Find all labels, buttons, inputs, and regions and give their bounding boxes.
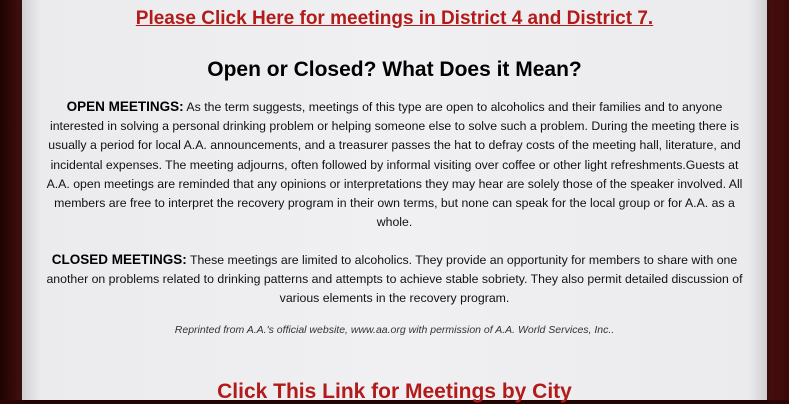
closed-meetings-paragraph: CLOSED MEETINGS: These meetings are limi… [44, 250, 745, 309]
meetings-by-city-link[interactable]: Click This Link for Meetings by City [44, 380, 745, 404]
district-meetings-link[interactable]: Please Click Here for meetings in Distri… [44, 8, 745, 30]
open-meetings-label: OPEN MEETINGS: [66, 99, 184, 114]
page-heading: Open or Closed? What Does it Mean? [207, 58, 582, 81]
right-frame [767, 0, 789, 400]
left-frame [0, 0, 22, 400]
open-meetings-text: As the term suggests, meetings of this t… [46, 100, 743, 230]
closed-meetings-label: CLOSED MEETINGS: [51, 252, 187, 267]
reprint-credit: Reprinted from A.A.'s official website, … [174, 324, 615, 336]
content-panel: Please Click Here for meetings in Distri… [22, 0, 767, 403]
open-meetings-paragraph: OPEN MEETINGS: As the term suggests, mee… [44, 97, 745, 232]
